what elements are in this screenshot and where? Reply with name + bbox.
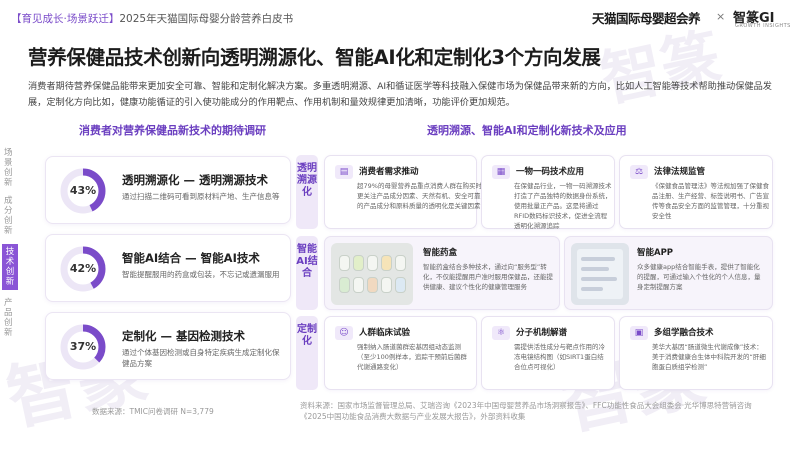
card-title: 多组学融合技术 [654,328,714,338]
tech-card: ☺ 人群临床试验 强制纳入肠道菌群宏基因组动态监测（至少100例样本，追踪干预前… [324,316,477,390]
card-text: 智能药盒结合多种技术，通过向“服务型”转化，不仅能提醒用户准时服用保健品，还能提… [423,263,553,291]
sidenav-item-product[interactable]: 产品创新 [4,298,18,338]
person-icon: ☺ [335,326,353,340]
percent-label: 43% [69,184,97,197]
card-title: 定制化 — 基因检测技术 [122,329,246,343]
sidenav-item-ingredient[interactable]: 成分创新 [4,196,18,236]
cubes-icon: ▣ [630,326,648,340]
brand-logo: 天猫国际母婴超会养 [592,11,701,26]
gavel-icon: ⚖ [630,165,648,179]
page-title: 营养保健品技术创新向透明溯源化、智能AI化和定制化3个方向发展 [28,46,601,69]
card-text: 通过个体基因检测或自身特定疾病生成定制化保健品方案 [122,348,280,368]
card-title: 分子机制解谱 [516,328,568,338]
survey-section-heading: 消费者对营养保健品新技术的期待调研 [79,124,266,137]
qr-code-icon: ▦ [492,165,510,179]
side-navigation: 场景创新 成分创新 技术创新 产品创新 [0,148,20,346]
tech-card-smart-pillbox: 智能药盒 智能药盒结合多种技术，通过向“服务型”转化，不仅能提醒用户准时服用保健… [324,236,560,310]
partner-logo-subtitle: GROWTH INSIGHTS [735,23,791,29]
document-icon: ▤ [335,165,353,179]
tech-section-heading: 透明溯源、智能AI和定制化新技术及应用 [427,124,627,137]
card-text: 超79%的母婴营养品重点消费人群在购买时更关注产品成分因素、天然有机、安全可靠的… [357,182,482,210]
tech-card: ▣ 多组学融合技术 美华大基因“肠道微生代谢成像”技术：美于消费健康合生体中科院… [619,316,773,390]
survey-card: 43% 透明溯源化 — 透明溯源技术 通过扫描二维码可看到原材料产地、生产信息等 [45,156,291,224]
survey-card: 37% 定制化 — 基因检测技术 通过个体基因检测或自身特定疾病生成定制化保健品… [45,312,291,380]
tech-card: ▦ 一物一码技术应用 在保健品行业，一物一码溯源技术打造了产品独特的数据身份系统… [481,155,615,230]
card-text: 在保健品行业，一物一码溯源技术打造了产品独特的数据身份系统，使用批量正产品。这是… [514,182,612,230]
header: 【育见成长·场景跃迁】2025年天猫国际母婴分龄营养白皮书 天猫国际母婴超会养 … [0,0,799,32]
card-title: 智能药盒 [423,248,458,258]
card-text: 《保健食品管理法》等法规加强了保健食品注册、生产经营、标签说明书、广告宣传等食品… [652,182,769,220]
row-label-customization: 定制化 [296,316,318,390]
reference-source-note: 资料来源：国家市场监督管理总局、艾瑞咨询《2023年中国母婴营养品市场洞察报告》… [300,401,752,421]
tech-card: ⚖ 法律法规监管 《保健食品管理法》等法规加强了保健食品注册、生产经营、标签说明… [619,155,773,229]
breadcrumb-report: 2025年天猫国际母婴分龄营养白皮书 [119,13,294,25]
percent-label: 37% [69,340,97,353]
survey-card: 42% 智能AI结合 — 智能AI技术 智能提醒服用的药盒或包装，不忘记或遗漏服… [45,234,291,302]
card-text: 需提供活性成分与靶点作用的冷冻电镜结构图（如SIRT1蛋白结合位点可视化） [514,343,605,371]
brand-separator: × [716,10,726,23]
molecule-icon: ⚛ [492,326,510,340]
percent-label: 42% [69,262,97,275]
card-text: 通过扫描二维码可看到原材料产地、生产信息等 [122,192,280,201]
card-title: 法律法规监管 [654,167,706,177]
slide-page: 【育见成长·场景跃迁】2025年天猫国际母婴分龄营养白皮书 天猫国际母婴超会养 … [0,0,799,450]
card-title: 人群临床试验 [359,328,411,338]
breadcrumb-section: 【育见成长·场景跃迁】 [11,13,120,25]
pillbox-image [331,243,413,305]
tech-card-smart-app: 智能APP 众多健康app结合智能手表，提供了智能化的提醒，可通过输入个性化的个… [564,236,773,310]
sidenav-item-scene[interactable]: 场景创新 [4,148,18,188]
breadcrumb: 【育见成长·场景跃迁】2025年天猫国际母婴分龄营养白皮书 [11,11,293,26]
row-label-traceability: 透明溯源化 [296,155,318,229]
tech-card: ⚛ 分子机制解谱 需提供活性成分与靶点作用的冷冻电镜结构图（如SIRT1蛋白结合… [481,316,615,390]
card-text: 智能提醒服用的药盒或包装，不忘记或遗漏服用 [122,270,280,279]
card-title: 一物一码技术应用 [516,167,585,177]
card-title: 消费者需求推动 [359,167,419,177]
card-text: 美华大基因“肠道微生代谢成像”技术：美于消费健康合生体中科院开发的“肝细胞蛋白质… [652,343,766,371]
sidenav-item-technology[interactable]: 技术创新 [2,244,18,290]
app-screenshot-image [571,243,629,305]
tech-card: ▤ 消费者需求推动 超79%的母婴营养品重点消费人群在购买时更关注产品成分因素、… [324,155,482,229]
card-title: 智能APP [637,248,674,258]
card-title: 智能AI结合 — 智能AI技术 [122,251,260,265]
card-text: 众多健康app结合智能手表，提供了智能化的提醒，可通过输入个性化的个人信息，量身… [637,263,761,291]
page-description: 消费者期待营养保健品能带来更加安全可靠、智能和定制化解决方案。多重透明溯源、AI… [28,81,772,108]
data-source-note: 数据来源：TMIC问卷调研 N=3,779 [92,407,214,416]
card-text: 强制纳入肠道菌群宏基因组动态监测（至少100例样本，追踪干预前后菌群代谢通路变化… [357,343,467,371]
row-label-ai: 智能AI结合 [296,236,318,310]
card-title: 透明溯源化 — 透明溯源技术 [122,173,269,187]
